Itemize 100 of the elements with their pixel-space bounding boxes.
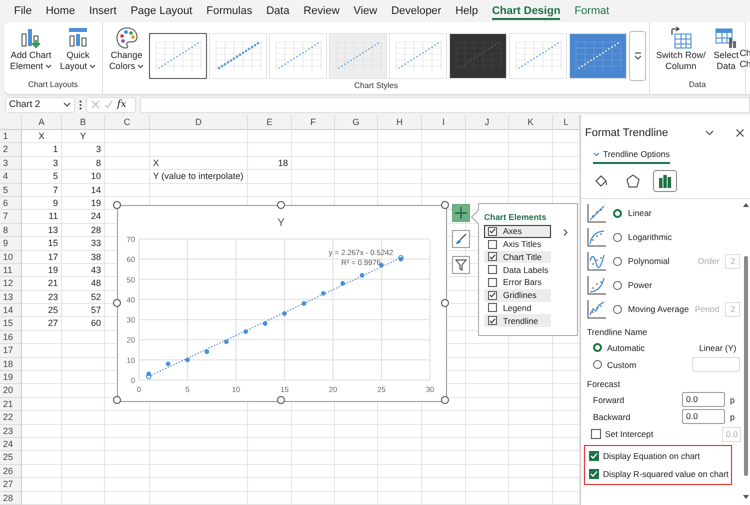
- column-header[interactable]: A: [22, 115, 62, 130]
- column-header[interactable]: D: [150, 115, 248, 130]
- menu-tab[interactable]: Home: [46, 2, 76, 20]
- number-field[interactable]: 0.0: [682, 392, 725, 407]
- chart-tool-button[interactable]: [452, 256, 470, 274]
- scroll-up-icon[interactable]: [743, 203, 750, 207]
- checkbox[interactable]: [589, 469, 599, 479]
- row-header[interactable]: 23: [0, 424, 22, 438]
- radio-button[interactable]: [613, 232, 622, 242]
- row-header[interactable]: 24: [0, 438, 22, 452]
- number-field[interactable]: 0.0: [682, 409, 725, 424]
- chart-tool-button[interactable]: [452, 230, 470, 248]
- formula-input[interactable]: [140, 96, 750, 112]
- row-header[interactable]: 27: [0, 478, 22, 492]
- ribbon-button[interactable]: Change Colors: [106, 24, 148, 74]
- row-header[interactable]: 7: [0, 210, 22, 224]
- column-header[interactable]: H: [378, 115, 422, 130]
- chart-element-option[interactable]: Chart Title: [484, 250, 551, 264]
- resize-handle[interactable]: [441, 396, 449, 404]
- check-icon[interactable]: [104, 100, 113, 109]
- row-header[interactable]: 8: [0, 224, 22, 238]
- chart-element-option[interactable]: Data Labels: [484, 263, 551, 276]
- chart-element-option[interactable]: Axis Titles: [484, 238, 551, 250]
- row-header[interactable]: 11: [0, 264, 22, 278]
- row-header[interactable]: 16: [0, 330, 22, 344]
- chart-element-option[interactable]: Gridlines: [484, 288, 551, 302]
- name-field[interactable]: [692, 357, 740, 372]
- column-header[interactable]: K: [509, 115, 553, 130]
- row-header[interactable]: 25: [0, 451, 22, 465]
- resize-handle[interactable]: [113, 201, 121, 209]
- chart-style-thumbnail[interactable]: [149, 33, 208, 79]
- chart-element-option[interactable]: Legend: [484, 302, 551, 314]
- checkbox[interactable]: [488, 316, 497, 326]
- resize-handle[interactable]: [441, 298, 449, 306]
- row-header[interactable]: 6: [0, 196, 22, 210]
- menu-tab[interactable]: Formulas: [206, 2, 252, 20]
- row-header[interactable]: 2: [0, 143, 22, 157]
- menu-tab[interactable]: View: [354, 2, 378, 20]
- row-header[interactable]: 1: [0, 130, 22, 144]
- radio-button[interactable]: [613, 304, 622, 314]
- column-header[interactable]: I: [422, 115, 466, 130]
- row-header[interactable]: 21: [0, 398, 22, 412]
- row-header[interactable]: 20: [0, 384, 22, 398]
- checkbox[interactable]: [488, 252, 497, 262]
- checkbox[interactable]: [591, 429, 601, 439]
- column-header[interactable]: J: [466, 115, 509, 130]
- row-header[interactable]: 26: [0, 464, 22, 478]
- resize-handle[interactable]: [441, 201, 449, 209]
- checkbox[interactable]: [488, 303, 497, 312]
- row-header[interactable]: 15: [0, 317, 22, 331]
- row-header[interactable]: 28: [0, 492, 22, 505]
- insert-function-button[interactable]: fx: [117, 99, 126, 110]
- menu-tab[interactable]: Format: [574, 2, 610, 20]
- menu-tab[interactable]: Review: [303, 2, 340, 20]
- ribbon-button[interactable]: Switch Row/ Column: [653, 24, 709, 74]
- resize-handle[interactable]: [113, 298, 121, 306]
- checkbox[interactable]: [488, 278, 497, 287]
- column-header[interactable]: L: [553, 115, 580, 130]
- menu-tab[interactable]: Developer: [391, 2, 442, 20]
- checkbox[interactable]: [589, 451, 599, 461]
- column-header[interactable]: E: [248, 115, 292, 130]
- row-header[interactable]: 9: [0, 237, 22, 251]
- menu-tab[interactable]: Page Layout: [130, 2, 192, 20]
- radio-button[interactable]: [593, 343, 602, 352]
- resize-handle[interactable]: [277, 201, 285, 209]
- radio-button[interactable]: [593, 360, 602, 369]
- row-header[interactable]: 17: [0, 344, 22, 358]
- row-header[interactable]: 22: [0, 411, 22, 425]
- menu-tab[interactable]: Help: [455, 2, 478, 20]
- menu-tab[interactable]: File: [14, 2, 32, 20]
- section-tab[interactable]: Trendline Options: [593, 149, 670, 164]
- row-header[interactable]: 18: [0, 358, 22, 372]
- menu-tab[interactable]: Insert: [89, 2, 117, 20]
- ribbon-button[interactable]: Quick Layout: [57, 24, 100, 74]
- row-header[interactable]: 4: [0, 170, 22, 184]
- row-header[interactable]: 14: [0, 304, 22, 318]
- column-header[interactable]: B: [62, 115, 105, 130]
- row-header[interactable]: 3: [0, 156, 22, 170]
- checkbox[interactable]: [488, 265, 497, 274]
- scroll-down-icon[interactable]: [743, 495, 750, 499]
- chart-element-option[interactable]: Trendline: [484, 314, 551, 327]
- chart-element-option[interactable]: Error Bars: [484, 276, 551, 289]
- column-header[interactable]: C: [105, 115, 150, 130]
- menu-tab[interactable]: Chart Design: [492, 2, 560, 20]
- resize-handle[interactable]: [113, 396, 121, 404]
- resize-handle[interactable]: [277, 396, 285, 404]
- radio-button[interactable]: [613, 256, 622, 266]
- column-header[interactable]: F: [292, 115, 335, 130]
- row-header[interactable]: 12: [0, 277, 22, 291]
- row-header[interactable]: 13: [0, 290, 22, 304]
- menu-tab[interactable]: Data: [266, 2, 290, 20]
- checkbox[interactable]: [488, 290, 497, 300]
- checkbox[interactable]: [488, 226, 497, 236]
- chevron-down-icon[interactable]: [705, 130, 714, 136]
- ribbon-button[interactable]: Add Chart Element: [7, 24, 56, 74]
- close-icon[interactable]: [736, 129, 744, 137]
- row-header[interactable]: 5: [0, 184, 22, 197]
- radio-button[interactable]: [613, 280, 622, 290]
- row-header[interactable]: 10: [0, 250, 22, 264]
- column-header[interactable]: G: [335, 115, 378, 130]
